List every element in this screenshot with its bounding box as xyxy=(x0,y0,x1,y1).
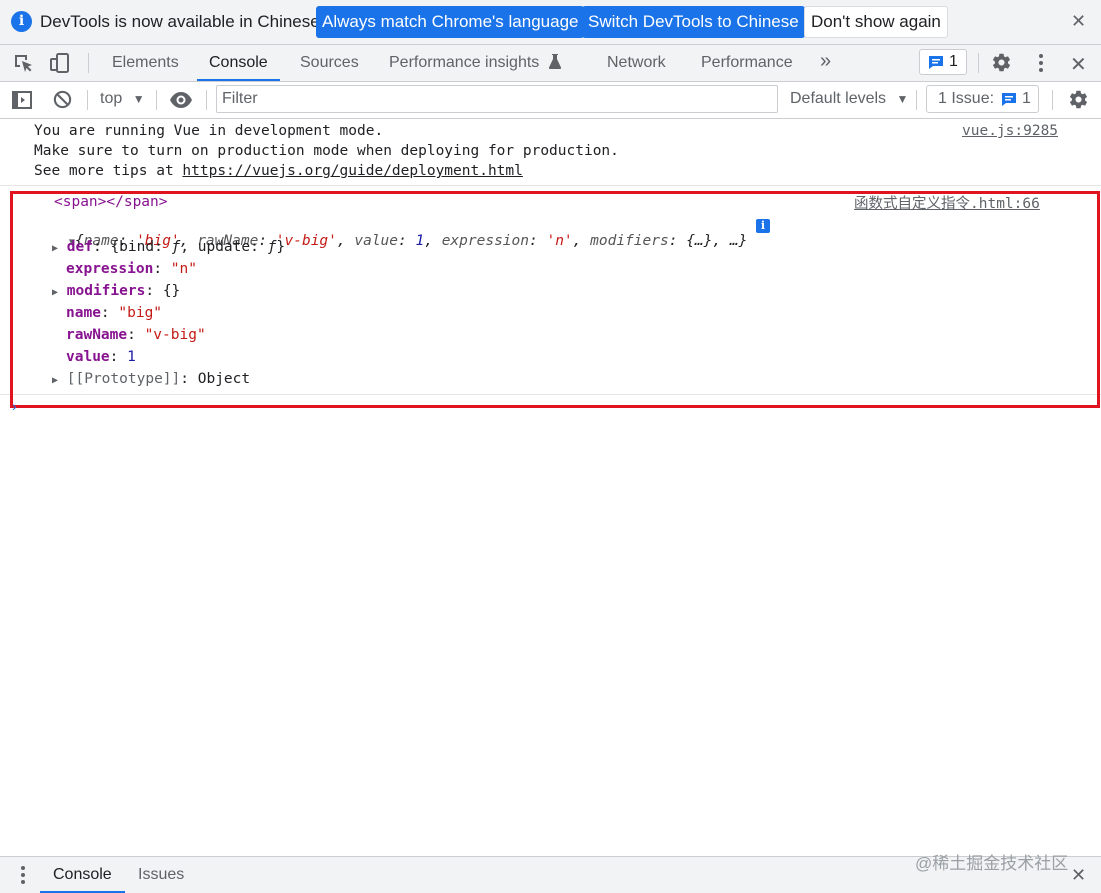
expand-triangle-icon[interactable]: ▶ xyxy=(52,375,58,386)
infobar-message: DevTools is now available in Chinese! xyxy=(40,12,325,31)
object-info-icon[interactable]: i xyxy=(756,219,770,233)
info-icon: i xyxy=(11,11,32,32)
prop-prototype-row[interactable]: ▶ [[Prototype]]: Object xyxy=(52,371,250,387)
dont-show-again-button[interactable]: Don't show again xyxy=(804,6,948,38)
drawer-tab-console[interactable]: Console xyxy=(40,857,125,893)
tab-console[interactable]: Console xyxy=(197,45,280,81)
issues-count: 1 xyxy=(1022,90,1031,107)
prop-def-row[interactable]: ▶ def: {bind: ƒ, update: ƒ} xyxy=(52,239,285,255)
expand-triangle-icon[interactable]: ▶ xyxy=(52,287,58,298)
tab-sources[interactable]: Sources xyxy=(300,45,359,81)
close-devtools-icon[interactable]: ✕ xyxy=(1070,52,1087,77)
settings-gear-icon[interactable] xyxy=(991,52,1012,73)
tab-performance[interactable]: Performance xyxy=(701,45,793,81)
drawer-menu-kebab-icon[interactable] xyxy=(15,865,31,885)
vue-dev-mode-line: You are running Vue in development mode. xyxy=(34,123,384,139)
switch-to-chinese-button[interactable]: Switch DevTools to Chinese xyxy=(582,6,805,38)
expand-triangle-icon[interactable]: ▶ xyxy=(52,243,58,254)
tab-performance-insights[interactable]: Performance insights xyxy=(389,45,539,81)
more-options-kebab-icon[interactable] xyxy=(1032,52,1050,74)
experiment-flask-icon xyxy=(548,53,562,69)
inspect-element-icon[interactable] xyxy=(12,52,34,74)
message-count: 1 xyxy=(949,53,958,70)
console-filter-input[interactable] xyxy=(216,85,778,113)
context-selector[interactable]: top ▼ xyxy=(100,90,145,108)
console-message-directive: <span></span> 函数式自定义指令.html:66 ▼{name: '… xyxy=(0,186,1101,395)
issues-counter-button[interactable]: 1 Issue: 1 xyxy=(926,85,1039,113)
clear-console-icon[interactable] xyxy=(52,89,73,110)
always-match-language-button[interactable]: Always match Chrome's language xyxy=(316,6,585,38)
prop-value-row: value: 1 xyxy=(66,349,136,365)
live-expression-eye-icon[interactable] xyxy=(169,90,193,110)
toolbar-divider xyxy=(1052,90,1053,110)
vue-production-line: Make sure to turn on production mode whe… xyxy=(34,143,619,159)
chevron-down-icon: ▼ xyxy=(132,92,145,106)
watermark-text: @稀土掘金技术社区 xyxy=(915,854,1069,873)
issues-label: 1 Issue: xyxy=(938,90,995,107)
toolbar-divider xyxy=(978,53,979,73)
chevron-down-icon: ▼ xyxy=(896,92,909,106)
vue-source-link[interactable]: vue.js:9285 xyxy=(962,123,1058,139)
toolbar-divider xyxy=(156,90,157,110)
tab-elements[interactable]: Elements xyxy=(112,45,179,81)
device-toolbar-icon[interactable] xyxy=(49,52,71,74)
vue-tips-line: See more tips at https://vuejs.org/guide… xyxy=(34,163,523,179)
vue-deployment-link[interactable]: https://vuejs.org/guide/deployment.html xyxy=(182,163,522,179)
infobar-close-icon[interactable]: ✕ xyxy=(1071,11,1086,32)
prop-name-row: name: "big" xyxy=(66,305,163,321)
main-tab-bar: Elements Console Sources Performance ins… xyxy=(0,45,1101,82)
directive-source-link[interactable]: 函数式自定义指令.html:66 xyxy=(854,192,1040,213)
prop-modifiers-row[interactable]: ▶ modifiers: {} xyxy=(52,283,180,299)
prop-rawname-row: rawName: "v-big" xyxy=(66,327,206,343)
message-icon xyxy=(1002,93,1016,106)
show-sidebar-icon[interactable] xyxy=(11,89,33,111)
close-drawer-icon[interactable]: ✕ xyxy=(1071,865,1086,886)
drawer-tab-bar: Console Issues @稀土掘金技术社区 ✕ xyxy=(0,854,1101,893)
console-message-vue: You are running Vue in development mode.… xyxy=(0,119,1101,186)
console-settings-gear-icon[interactable] xyxy=(1068,89,1089,110)
tab-network[interactable]: Network xyxy=(607,45,666,81)
toolbar-divider xyxy=(916,90,917,110)
log-levels-dropdown[interactable]: Default levels ▼ xyxy=(790,90,908,108)
toolbar-divider xyxy=(87,90,88,110)
drawer-tab-issues[interactable]: Issues xyxy=(138,857,184,893)
span-element-output[interactable]: <span></span> xyxy=(54,194,168,210)
more-tabs-chevron-icon[interactable]: » xyxy=(820,45,831,81)
console-prompt-icon[interactable]: › xyxy=(12,398,17,414)
toolbar-divider xyxy=(206,90,207,110)
language-infobar: i DevTools is now available in Chinese! … xyxy=(0,0,1101,45)
log-levels-value: Default levels xyxy=(790,90,887,107)
prop-expression-row: expression: "n" xyxy=(66,261,197,277)
context-selector-value: top xyxy=(100,90,123,107)
console-messages-counter[interactable]: 1 xyxy=(919,49,967,75)
toolbar-divider xyxy=(88,53,89,73)
message-icon xyxy=(929,56,943,69)
